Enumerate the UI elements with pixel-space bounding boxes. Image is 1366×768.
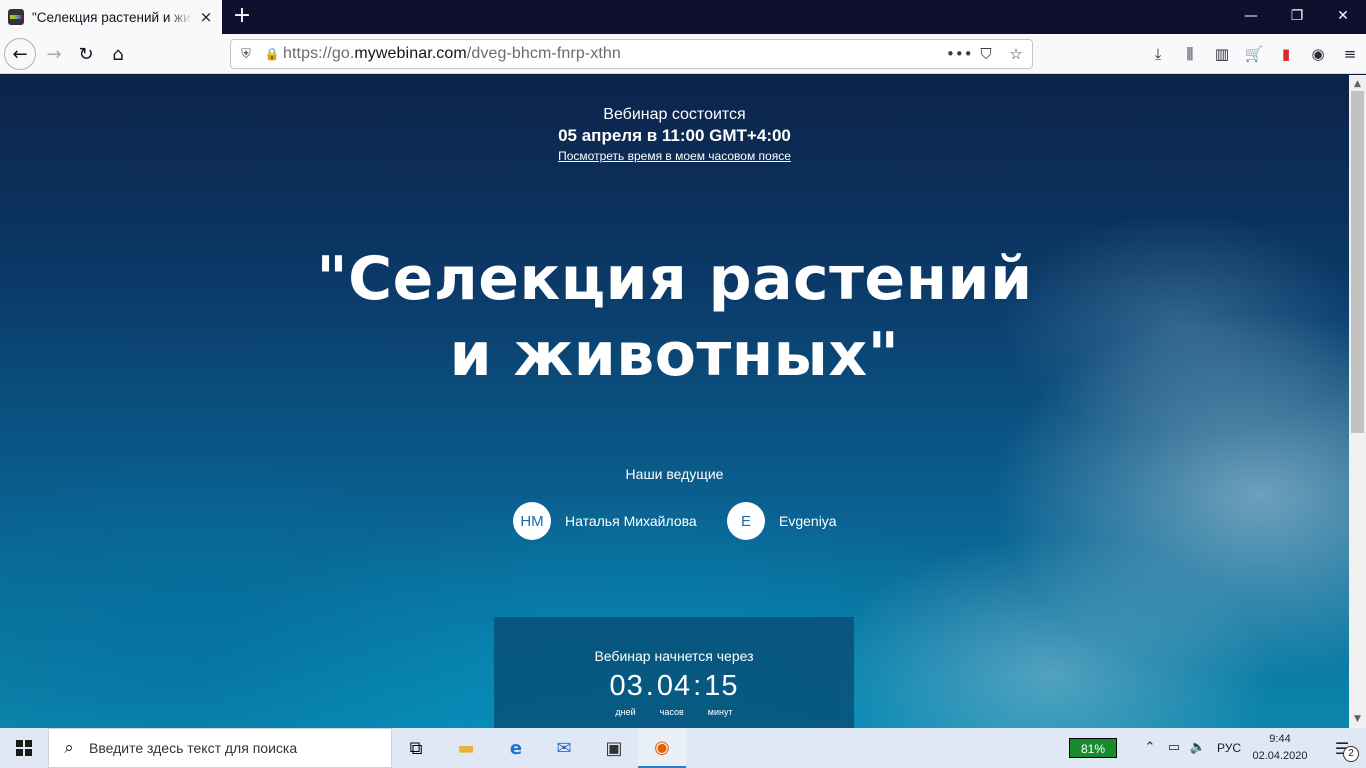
countdown-timer: 03 . 04 : 15 <box>494 670 854 703</box>
host-item: НМ Наталья Михайлова <box>513 502 697 540</box>
app-menu-icon[interactable]: ≡ <box>1334 38 1366 70</box>
taskbar-search[interactable]: ⌕ Введите здесь текст для поиска <box>48 728 392 768</box>
schedule-datetime: 05 апреля в 11:00 GMT+4:00 <box>558 126 791 145</box>
account-icon[interactable]: ◉ <box>1302 38 1334 70</box>
address-bar[interactable]: ⛨ 🔒 https://go.mywebinar.com/dveg-bhcm-f… <box>230 39 1033 69</box>
unit-hours: часов <box>659 707 684 717</box>
webinar-title: "Селекция растений и животных" <box>0 241 1349 393</box>
countdown-separator: . <box>645 670 655 702</box>
timezone-link[interactable]: Посмотреть время в моем часовом поясе <box>0 147 1349 165</box>
store-icon[interactable]: ▣ <box>590 728 638 768</box>
scrollbar-thumb[interactable] <box>1351 91 1364 433</box>
host-name: Наталья Михайлова <box>565 513 697 529</box>
pocket-icon[interactable]: ⛉ <box>976 43 996 65</box>
windows-taskbar: ⌕ Введите здесь текст для поиска ⧉ ▬ e ✉… <box>0 728 1366 768</box>
schedule-heading: Вебинар состоится <box>603 106 746 123</box>
new-tab-button[interactable]: + <box>230 5 254 29</box>
reload-button[interactable]: ↻ <box>70 38 102 70</box>
edge-browser-icon[interactable]: e <box>492 728 540 768</box>
system-clock[interactable]: 9:44 02.04.2020 <box>1252 731 1308 765</box>
countdown-days: 03 <box>609 670 644 702</box>
countdown-units: дней часов минут <box>494 707 854 717</box>
tab-strip: "Селекция растений и животных" × + — ❐ ✕ <box>0 0 1366 34</box>
page-scrollbar[interactable]: ▲ ▼ <box>1349 75 1366 728</box>
flag-extension-icon[interactable]: ▮ <box>1270 38 1302 70</box>
avatar: НМ <box>513 502 551 540</box>
countdown-label: Вебинар начнется через <box>594 648 754 664</box>
bookmark-star-icon[interactable]: ☆ <box>1006 43 1026 65</box>
mail-icon[interactable]: ✉ <box>540 728 588 768</box>
close-window-button[interactable]: ✕ <box>1320 0 1366 34</box>
maximize-button[interactable]: ❐ <box>1274 0 1320 34</box>
tab-title: "Селекция растений и животных" <box>32 9 192 25</box>
avatar: E <box>727 502 765 540</box>
countdown-box: Вебинар начнется через 03 . 04 : 15 дней… <box>494 617 854 728</box>
url-text[interactable]: https://go.mywebinar.com/dveg-bhcm-fnrp-… <box>283 45 621 63</box>
notification-count-badge: 2 <box>1343 746 1359 762</box>
downloads-icon[interactable]: ⤓ <box>1142 38 1174 70</box>
unit-minutes: минут <box>707 707 733 717</box>
sidebar-icon[interactable]: ▥ <box>1206 38 1238 70</box>
library-icon[interactable]: ⫼ <box>1174 38 1206 70</box>
battery-percentage[interactable]: 81% <box>1069 738 1117 758</box>
file-explorer-icon[interactable]: ▬ <box>442 728 490 768</box>
search-placeholder: Введите здесь текст для поиска <box>89 740 298 756</box>
browser-tab[interactable]: "Селекция растений и животных" × <box>0 0 222 34</box>
windows-logo-icon <box>16 740 32 756</box>
scroll-up-arrow-icon[interactable]: ▲ <box>1349 77 1366 91</box>
minimize-button[interactable]: — <box>1228 0 1274 34</box>
back-button[interactable]: ← <box>4 38 36 70</box>
firefox-icon[interactable]: ◉ <box>638 728 686 768</box>
lock-icon[interactable]: 🔒 <box>261 47 283 61</box>
battery-icon[interactable]: ▭ <box>1164 728 1184 768</box>
site-favicon-icon <box>8 9 24 25</box>
webinar-landing-page: Вебинар состоится 05 апреля в 11:00 GMT+… <box>0 75 1349 728</box>
countdown-minutes: 15 <box>704 670 739 702</box>
page-actions-more-icon[interactable]: ••• <box>946 43 973 65</box>
forward-button[interactable]: → <box>38 38 70 70</box>
clock-time: 9:44 <box>1269 733 1291 745</box>
language-indicator[interactable]: РУС <box>1214 728 1244 768</box>
volume-icon[interactable]: 🔈 <box>1188 728 1208 768</box>
action-center-button[interactable]: ☰ 2 <box>1318 728 1366 768</box>
clock-date: 02.04.2020 <box>1252 750 1308 762</box>
search-icon: ⌕ <box>64 738 74 758</box>
close-tab-icon[interactable]: × <box>198 9 214 25</box>
navigation-toolbar: ← → ↻ ⌂ ⛨ 🔒 https://go.mywebinar.com/dve… <box>0 34 1366 74</box>
hosts-heading: Наши ведущие <box>625 466 724 482</box>
show-hidden-icons-chevron-icon[interactable]: ⌃ <box>1140 728 1160 768</box>
host-name: Evgeniya <box>779 513 837 529</box>
webinar-schedule: Вебинар состоится 05 апреля в 11:00 GMT+… <box>0 105 1349 165</box>
task-view-icon[interactable]: ⧉ <box>392 728 440 768</box>
home-button[interactable]: ⌂ <box>102 38 134 70</box>
scroll-down-arrow-icon[interactable]: ▼ <box>1349 712 1366 726</box>
start-button[interactable] <box>0 728 48 768</box>
countdown-hours: 04 <box>656 670 692 702</box>
unit-days: дней <box>615 707 636 717</box>
cart-icon[interactable]: 🛒 <box>1238 38 1270 70</box>
countdown-separator: : <box>693 670 703 702</box>
webinar-title-line-1: "Селекция растений <box>316 244 1033 314</box>
webinar-title-line-2: и животных" <box>449 320 900 390</box>
tracking-protection-shield-icon[interactable]: ⛨ <box>231 47 261 62</box>
host-item: E Evgeniya <box>727 502 837 540</box>
